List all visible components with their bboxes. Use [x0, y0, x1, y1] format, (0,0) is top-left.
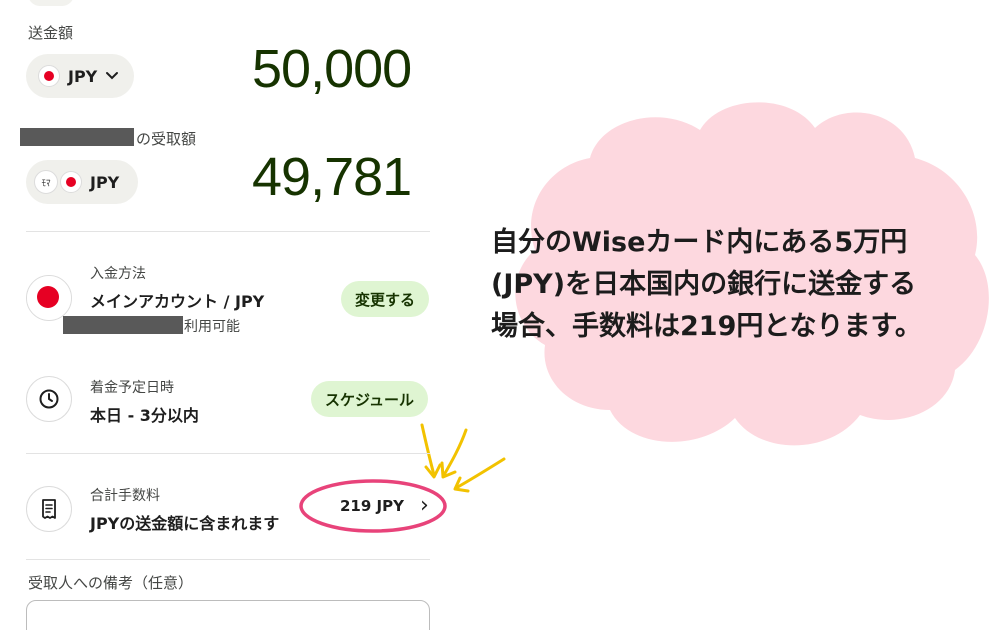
arrival-value: 本日 - 3分以内 [90, 406, 199, 425]
divider [26, 559, 430, 560]
note-label: 受取人への備考（任意） [28, 574, 194, 592]
send-currency-code: JPY [68, 66, 98, 86]
divider [26, 231, 430, 232]
fee-amount: 219 JPY [340, 497, 404, 515]
arrival-icon-wrap [26, 376, 72, 422]
payment-method-title: 入金方法 [90, 266, 146, 282]
receipt-icon [42, 499, 56, 519]
japan-flag-icon [60, 171, 82, 193]
annotation-text: 自分のWiseカード内にある5万円 (JPY)を日本国内の銀行に送金する 場合、… [491, 222, 971, 348]
receive-amount-label: の受取額 [136, 130, 197, 148]
top-pill-fragment [28, 0, 74, 6]
redacted-recipient-name [20, 128, 134, 146]
payment-method-icon [26, 275, 72, 321]
receive-currency-code: JPY [90, 172, 120, 192]
available-label: 利用可能 [184, 319, 240, 335]
receive-currency-display: ﾓﾏ JPY [26, 160, 138, 204]
fee-detail-link[interactable]: 219 JPY › [340, 493, 429, 518]
payment-method-value: メインアカウント / JPY [90, 292, 265, 311]
fee-icon-wrap [26, 486, 72, 532]
fee-title: 合計手数料 [90, 488, 160, 504]
arrival-title: 着金予定日時 [90, 380, 174, 396]
note-input[interactable] [26, 600, 430, 630]
japan-flag-icon [38, 65, 60, 87]
redacted-balance [63, 316, 183, 334]
fee-value: JPYの送金額に含まれます [90, 514, 280, 533]
chevron-right-icon: › [419, 493, 429, 518]
divider [26, 453, 430, 454]
annotation-line-3: 場合、手数料は219円となります。 [491, 311, 922, 342]
japan-flag-icon [27, 276, 71, 320]
annotation-line-1: 自分のWiseカード内にある5万円 [491, 227, 908, 258]
wise-badge-icon: ﾓﾏ [34, 170, 58, 194]
send-amount-value[interactable]: 50,000 [252, 38, 412, 100]
clock-icon [39, 389, 59, 409]
send-currency-select[interactable]: JPY [26, 54, 134, 98]
annotation-line-2: (JPY)を日本国内の銀行に送金する [491, 269, 917, 300]
chevron-down-icon [106, 72, 119, 80]
receive-amount-value: 49,781 [252, 147, 412, 207]
schedule-button[interactable]: スケジュール [311, 381, 428, 417]
send-amount-label: 送金額 [28, 24, 74, 42]
change-payment-button[interactable]: 変更する [341, 281, 430, 317]
send-panel: 送金額 JPY 50,000 の受取額 ﾓﾏ JPY 49,781 入金方法 メ… [0, 0, 450, 630]
